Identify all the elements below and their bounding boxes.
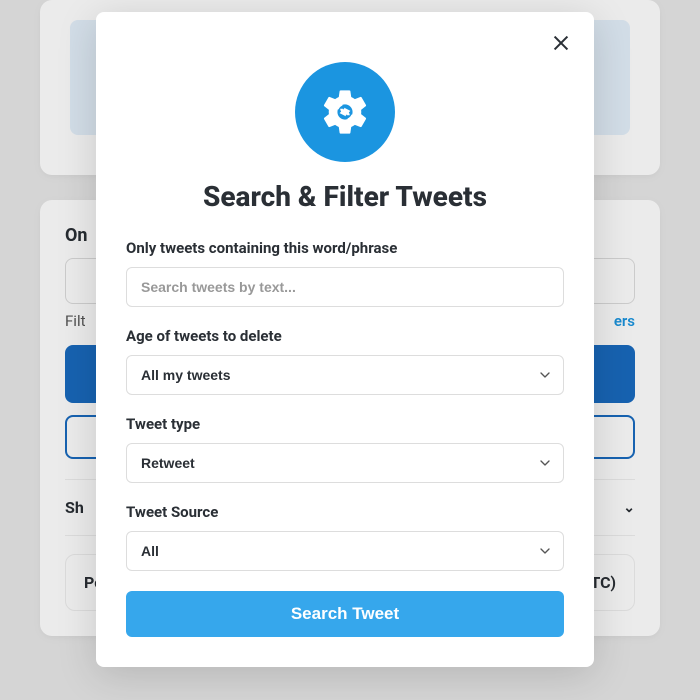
- age-label: Age of tweets to delete: [126, 327, 564, 345]
- text-search-label: Only tweets containing this word/phrase: [126, 239, 564, 257]
- type-group: Tweet type Retweet: [126, 415, 564, 483]
- source-group: Tweet Source All: [126, 503, 564, 571]
- text-search-input[interactable]: [126, 267, 564, 307]
- type-select[interactable]: Retweet: [126, 443, 564, 483]
- source-select[interactable]: All: [126, 531, 564, 571]
- modal-title: Search & Filter Tweets: [126, 180, 564, 213]
- search-filter-modal: Search & Filter Tweets Only tweets conta…: [96, 12, 594, 667]
- source-label: Tweet Source: [126, 503, 564, 521]
- text-search-group: Only tweets containing this word/phrase: [126, 239, 564, 307]
- close-icon: [550, 32, 572, 54]
- age-group: Age of tweets to delete All my tweets: [126, 327, 564, 395]
- gear-refresh-icon: [295, 62, 395, 162]
- close-button[interactable]: [544, 26, 578, 60]
- modal-icon-container: [126, 62, 564, 162]
- age-select[interactable]: All my tweets: [126, 355, 564, 395]
- search-tweet-button[interactable]: Search Tweet: [126, 591, 564, 637]
- type-label: Tweet type: [126, 415, 564, 433]
